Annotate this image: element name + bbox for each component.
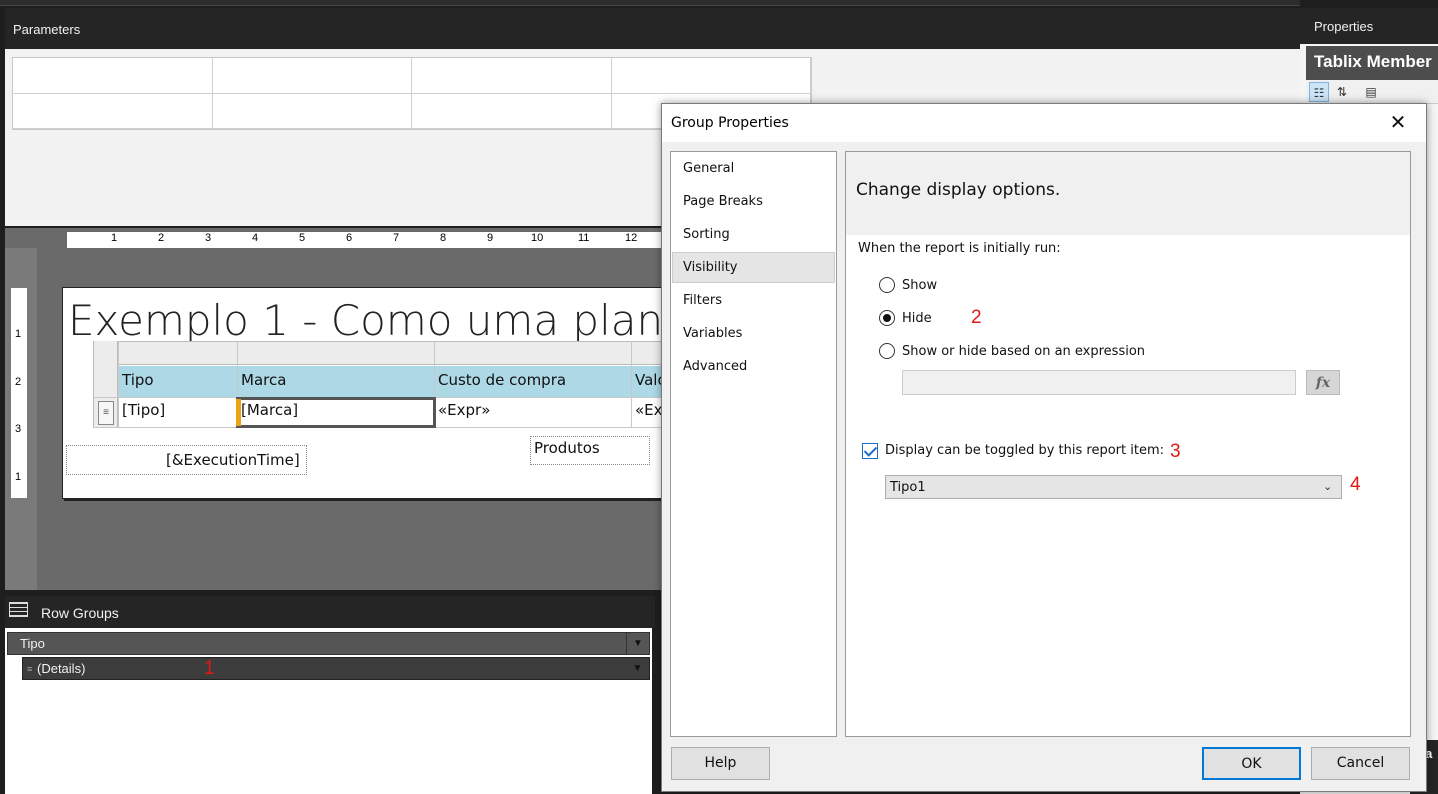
parameters-header: Parameters [5,8,1300,49]
hide-radio-label[interactable]: Hide [902,311,932,326]
toggle-checkbox-label[interactable]: Display can be toggled by this report it… [885,443,1164,458]
nav-general[interactable]: General [683,161,734,176]
produtos-text: Produtos [534,439,600,457]
dialog-heading: Change display options. [856,180,1061,200]
help-button[interactable]: Help [671,747,770,780]
annotation-2: 2 [971,307,982,328]
selection-marker [236,399,241,426]
nav-variables[interactable]: Variables [683,326,742,341]
cancel-button[interactable]: Cancel [1311,747,1410,780]
toggle-checkbox[interactable] [862,443,878,459]
ruler-mark: 4 [252,232,259,244]
header-cell-tipo[interactable]: Tipo [122,371,154,389]
detail-cell-tipo[interactable]: [Tipo] [122,401,165,419]
properties-object-title: Tablix Member [1306,46,1438,80]
property-pages-icon[interactable]: ▤ [1361,82,1381,102]
expression-input[interactable] [902,370,1296,395]
nav-filters[interactable]: Filters [683,293,722,308]
execution-time-text: [&ExecutionTime] [166,451,300,469]
row-groups-title: Row Groups [41,605,119,621]
ruler-mark: 3 [205,232,212,244]
initially-run-label: When the report is initially run: [858,241,1061,256]
nav-sorting[interactable]: Sorting [683,227,730,242]
row-group-tipo[interactable] [7,632,650,655]
ruler-mark: 1 [15,471,22,483]
column-handles[interactable] [118,341,668,365]
row-group-label: (Details) [37,661,86,676]
ruler-mark: 2 [15,376,22,388]
row-group-label: Tipo [20,636,45,651]
document-tab-strip [0,0,1300,6]
toggle-item-select[interactable]: Tipo1 [885,475,1342,499]
expression-radio[interactable] [879,343,895,359]
parameter-cell[interactable] [412,58,612,94]
chevron-down-icon[interactable]: ▼ [626,658,649,679]
vertical-ruler: 1 2 3 1 [11,288,27,498]
chevron-down-icon[interactable]: ⌄ [1323,480,1337,494]
properties-header: Properties [1300,8,1438,44]
dialog-title: Group Properties [671,115,789,131]
parameter-cell[interactable] [412,93,612,129]
nav-page-breaks[interactable]: Page Breaks [683,194,763,209]
hide-radio[interactable] [879,310,895,326]
annotation-3: 3 [1170,441,1181,462]
parameter-cell[interactable] [13,93,213,129]
ok-button[interactable]: OK [1202,747,1301,780]
fx-button[interactable]: fx [1306,370,1340,395]
table-icon [9,602,28,617]
chevron-down-icon[interactable]: ▼ [626,633,649,654]
tablix[interactable]: Tipo Marca Custo de compra Valor [Tipo] … [93,341,668,428]
horizontal-ruler: 1 2 3 4 5 6 7 8 9 10 11 12 [67,232,667,248]
show-radio-label[interactable]: Show [902,278,937,293]
expression-radio-label[interactable]: Show or hide based on an expression [902,344,1145,359]
ruler-mark: 6 [346,232,353,244]
ruler-mark: 5 [299,232,306,244]
parameter-cell[interactable] [212,93,412,129]
annotation-1: 1 [204,658,215,679]
nav-advanced[interactable]: Advanced [683,359,747,374]
sort-alpha-icon[interactable]: ⇅ [1332,82,1352,102]
parameter-cell[interactable] [212,58,412,94]
ruler-mark: 12 [625,232,638,244]
header-row [118,366,668,397]
ruler-mark: 9 [487,232,494,244]
ruler-mark: 8 [440,232,447,244]
ruler-mark: 1 [15,328,22,340]
ruler-mark: 3 [15,423,22,435]
ruler-mark: 10 [531,232,544,244]
ruler-mark: 7 [393,232,400,244]
nav-visibility[interactable]: Visibility [683,260,737,275]
properties-title: Properties [1314,19,1374,34]
ruler-mark: 1 [111,232,118,244]
parameter-cell[interactable] [611,58,811,94]
report-title[interactable]: Exemplo 1 - Como uma planilha [68,296,668,345]
parameters-title: Parameters [13,22,81,37]
details-group-icon[interactable]: ≡ [98,401,114,425]
toggle-item-value: Tipo1 [890,480,926,495]
close-icon[interactable]: ✕ [1386,110,1410,136]
annotation-4: 4 [1350,474,1361,495]
detail-cell-custo[interactable]: «Expr» [438,401,490,419]
ruler-mark: 2 [158,232,165,244]
grip-icon: ≡ [27,664,33,674]
ruler-mark: 11 [578,232,590,244]
row-group-details[interactable] [22,657,650,680]
header-cell-custo[interactable]: Custo de compra [438,371,566,389]
categorized-icon[interactable]: ☷ [1309,82,1329,102]
show-radio[interactable] [879,277,895,293]
header-cell-marca[interactable]: Marca [241,371,286,389]
parameter-cell[interactable] [13,58,213,94]
selected-cell-outline [236,397,436,428]
